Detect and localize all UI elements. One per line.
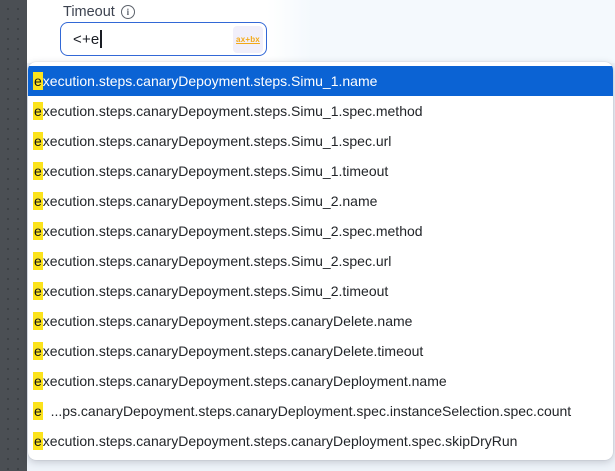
match-highlight: e — [33, 372, 43, 390]
suggestion-item[interactable]: execution.steps.canaryDepoyment.steps.ca… — [28, 306, 613, 336]
timeout-label: Timeout — [63, 4, 115, 20]
match-highlight: e — [33, 252, 43, 270]
suggestion-item[interactable]: execution.steps.canaryDepoyment.steps.Si… — [28, 276, 613, 306]
suggestion-item[interactable]: execution.steps.canaryDepoyment.steps.Si… — [28, 156, 613, 186]
info-icon[interactable]: i — [121, 5, 135, 19]
suggestion-item[interactable]: execution.steps.canaryDepoyment.steps.ca… — [28, 336, 613, 366]
suggestion-item[interactable]: execution.steps.canaryDepoyment.steps.Si… — [28, 96, 613, 126]
suggestion-text: xecution.steps.canaryDepoyment.steps.Sim… — [43, 193, 378, 209]
match-highlight: e — [33, 402, 43, 420]
match-highlight: e — [33, 132, 43, 150]
suggestion-text: xecution.steps.canaryDepoyment.steps.Sim… — [43, 133, 392, 149]
suggestion-item[interactable]: execution.steps.canaryDepoyment.steps.Si… — [28, 126, 613, 156]
form-area: Timeout i <+e ax+bx — [27, 0, 615, 63]
match-highlight: e — [33, 102, 43, 120]
suggestion-text: ...ps.canaryDepoyment.steps.canaryDeploy… — [43, 403, 571, 419]
match-highlight: e — [33, 282, 43, 300]
expression-suggestions-dropdown: execution.steps.canaryDepoyment.steps.Si… — [28, 62, 613, 460]
timeout-input[interactable]: <+e ax+bx — [60, 22, 267, 56]
suggestion-text: xecution.steps.canaryDepoyment.steps.Sim… — [43, 73, 378, 89]
suggestion-text: xecution.steps.canaryDepoyment.steps.can… — [43, 373, 447, 389]
match-highlight: e — [33, 72, 43, 90]
suggestion-item[interactable]: e ...ps.canaryDepoyment.steps.canaryDepl… — [28, 396, 613, 426]
suggestion-text: xecution.steps.canaryDepoyment.steps.can… — [43, 313, 413, 329]
timeout-field-label-row: Timeout i — [63, 4, 135, 20]
suggestion-text: xecution.steps.canaryDepoyment.steps.Sim… — [43, 223, 423, 239]
suggestion-text: xecution.steps.canaryDepoyment.steps.can… — [43, 343, 424, 359]
match-highlight: e — [33, 342, 43, 360]
suggestion-item[interactable]: execution.steps.canaryDepoyment.steps.Si… — [28, 216, 613, 246]
match-highlight: e — [33, 162, 43, 180]
suggestion-text: xecution.steps.canaryDepoyment.steps.Sim… — [43, 253, 392, 269]
suggestion-text: xecution.steps.canaryDepoyment.steps.Sim… — [43, 103, 423, 119]
suggestion-item[interactable]: execution.steps.canaryDepoyment.steps.Si… — [28, 66, 613, 96]
match-highlight: e — [33, 432, 43, 450]
match-highlight: e — [33, 312, 43, 330]
match-highlight: e — [33, 222, 43, 240]
suggestion-text: xecution.steps.canaryDepoyment.steps.can… — [43, 433, 518, 449]
expression-type-badge-icon[interactable]: ax+bx — [233, 26, 263, 53]
suggestion-item[interactable]: execution.steps.canaryDepoyment.steps.ca… — [28, 366, 613, 396]
match-highlight: e — [33, 192, 43, 210]
suggestion-text: xecution.steps.canaryDepoyment.steps.Sim… — [43, 283, 389, 299]
suggestion-item[interactable]: execution.steps.canaryDepoyment.steps.ca… — [28, 426, 613, 456]
suggestion-item[interactable]: execution.steps.canaryDepoyment.steps.Si… — [28, 186, 613, 216]
suggestion-text: xecution.steps.canaryDepoyment.steps.Sim… — [43, 163, 389, 179]
pipeline-canvas-background — [0, 0, 27, 471]
suggestion-item[interactable]: execution.steps.canaryDepoyment.steps.Si… — [28, 246, 613, 276]
timeout-input-value: <+e — [73, 31, 99, 48]
text-cursor — [100, 30, 102, 48]
